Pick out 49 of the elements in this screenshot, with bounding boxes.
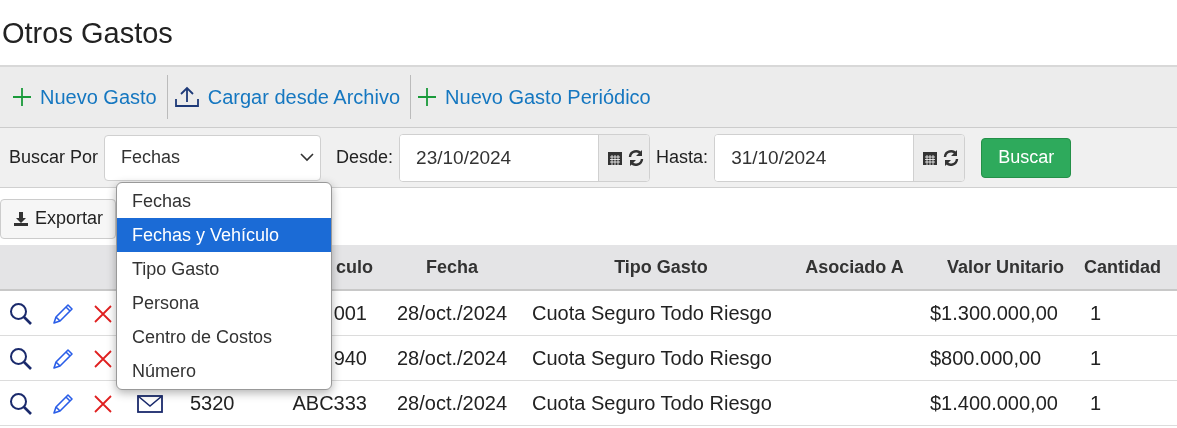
envelope-icon[interactable] bbox=[137, 393, 163, 414]
calendar-icon[interactable] bbox=[922, 149, 939, 166]
table-cell: 1 bbox=[1082, 335, 1177, 380]
close-icon[interactable] bbox=[93, 303, 113, 324]
refresh-icon[interactable] bbox=[942, 148, 961, 167]
page-title: Otros Gastos bbox=[1, 16, 174, 51]
plus-icon bbox=[12, 87, 32, 107]
search-icon[interactable] bbox=[9, 301, 33, 326]
table-cell: 28/oct./2024 bbox=[373, 335, 531, 380]
toolbar-link[interactable]: Nuevo Gasto Periódico bbox=[415, 85, 659, 109]
search-icon[interactable] bbox=[9, 346, 33, 371]
column-header: Asociado A bbox=[791, 245, 918, 290]
column-header: Valor Unitario bbox=[918, 245, 1082, 290]
search-icon[interactable] bbox=[9, 391, 33, 416]
plus-icon bbox=[417, 87, 438, 107]
date-field[interactable]: 23/10/2024 bbox=[399, 133, 651, 182]
date-label: Hasta: bbox=[656, 147, 709, 168]
upload-icon bbox=[173, 86, 200, 108]
table-cell: 28/oct./2024 bbox=[373, 290, 531, 335]
table-cell: Cuota Seguro Todo Riesgo bbox=[531, 335, 791, 380]
column-header: Cantidad bbox=[1082, 245, 1177, 290]
toolbar-link[interactable]: Cargar desde Archivo bbox=[171, 85, 409, 109]
table-cell: Cuota Seguro Todo Riesgo bbox=[531, 290, 791, 335]
calendar-icon[interactable] bbox=[607, 149, 624, 166]
pencil-icon[interactable] bbox=[51, 346, 75, 371]
dropdown-option[interactable]: Fechas y Vehículo bbox=[117, 218, 331, 252]
search-by-select[interactable]: Fechas bbox=[104, 134, 322, 181]
table-cell: 1 bbox=[1082, 290, 1177, 335]
dropdown-option[interactable]: Fechas bbox=[117, 184, 331, 218]
toolbar-link[interactable]: Nuevo Gasto bbox=[10, 85, 165, 109]
table-cell: $1.300.000,00 bbox=[918, 290, 1082, 335]
date-field[interactable]: 31/10/2024 bbox=[714, 133, 966, 182]
table-cell: 28/oct./2024 bbox=[373, 380, 531, 425]
date-label: Desde: bbox=[336, 147, 394, 168]
column-header: Fecha bbox=[373, 245, 531, 290]
table-cell: $1.400.000,00 bbox=[918, 380, 1082, 425]
table-cell: 1 bbox=[1082, 380, 1177, 425]
table-cell: Cuota Seguro Todo Riesgo bbox=[531, 380, 791, 425]
pencil-icon[interactable] bbox=[51, 301, 75, 326]
column-header: Tipo Gasto bbox=[531, 245, 791, 290]
table-cell: $800.000,00 bbox=[918, 335, 1082, 380]
chevron-down-icon bbox=[300, 153, 315, 162]
close-icon[interactable] bbox=[93, 393, 113, 414]
export-button[interactable]: Exportar bbox=[0, 198, 117, 239]
download-icon bbox=[13, 210, 29, 227]
search-label: Buscar Por bbox=[9, 147, 99, 168]
close-icon[interactable] bbox=[93, 348, 113, 369]
pencil-icon[interactable] bbox=[51, 391, 75, 416]
refresh-icon[interactable] bbox=[627, 148, 646, 167]
